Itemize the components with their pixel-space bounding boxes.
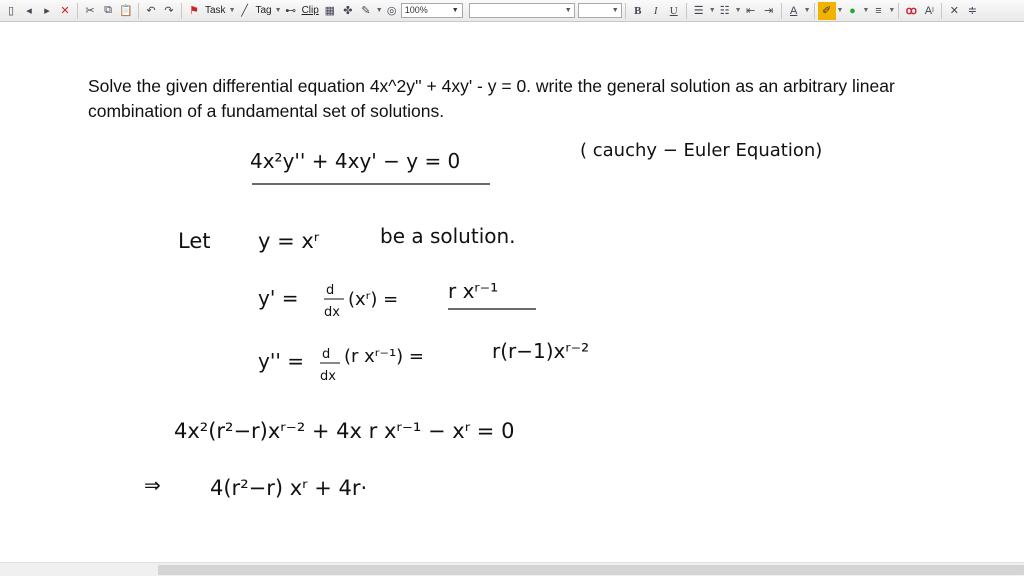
hw-dy-mid: (xʳ) = <box>348 289 398 310</box>
hw-d2y-lhs: y'' = <box>258 349 304 373</box>
hw-last-line: 4(r²−r) xʳ + 4r· <box>210 476 367 500</box>
horizontal-scrollbar[interactable] <box>0 562 1024 576</box>
hw-let-word: Let <box>178 229 210 253</box>
hw-equation: 4x²y'' + 4xy' − y = 0 <box>250 149 460 173</box>
handwritten-notes: 4x²y'' + 4xy' − y = 0 ( cauchy − Euler E… <box>144 140 822 500</box>
scrollbar-thumb[interactable] <box>158 565 1024 575</box>
hw-dy-lhs: y' = <box>258 286 298 310</box>
hw-implies: ⇒ <box>144 473 161 497</box>
hw-d2y-mid: (r xʳ⁻¹) = <box>344 346 424 367</box>
hw-let-rest: be a solution. <box>380 224 516 248</box>
hw-d-numerator: d <box>322 347 330 362</box>
hw-dy-rhs: r xʳ⁻¹ <box>448 279 498 303</box>
hw-d2y-rhs: r(r−1)xʳ⁻² <box>492 339 589 363</box>
hw-sub-line: 4x²(r²−r)xʳ⁻² + 4x r xʳ⁻¹ − xʳ = 0 <box>174 419 514 443</box>
hw-d-numerator: d <box>326 283 334 298</box>
hw-equation-note: ( cauchy − Euler Equation) <box>580 140 822 161</box>
hw-d-denominator: dx <box>324 305 340 320</box>
hw-let-expr: y = xʳ <box>258 229 320 253</box>
hw-d-denominator: dx <box>320 369 336 384</box>
